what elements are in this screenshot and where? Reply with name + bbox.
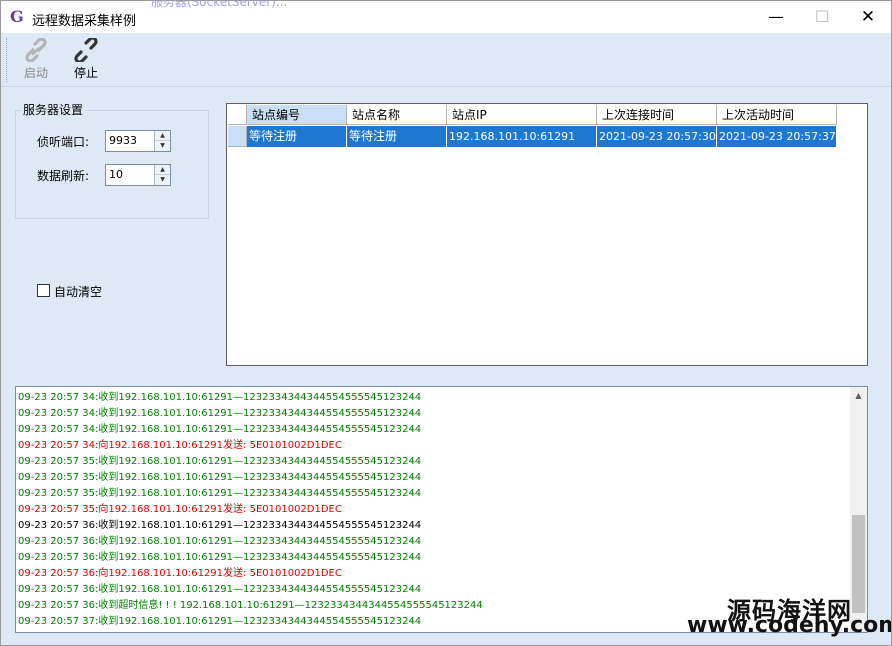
minimize-button[interactable]: — (753, 1, 799, 33)
row-header[interactable] (228, 126, 247, 147)
spin-down-icon[interactable]: ▼ (155, 175, 170, 185)
grid-header-last-connect[interactable]: 上次连接时间 (597, 105, 717, 125)
listen-port-value[interactable]: 9933 (109, 134, 137, 147)
toolbar: 启动 停止 (1, 34, 891, 87)
cell-station-name[interactable]: 等待注册 (347, 126, 447, 147)
close-button[interactable]: ✕ (845, 1, 891, 33)
title-bar[interactable]: 服务器(SocketServer)... G 远程数据采集样例 — ☐ ✕ (1, 1, 891, 33)
cell-station-id[interactable]: 等待注册 (247, 126, 347, 147)
app-window: 服务器(SocketServer)... G 远程数据采集样例 — ☐ ✕ 启动 (0, 0, 892, 646)
log-line: 09-23 20:57 36:收到192.168.101.10:61291—12… (18, 552, 422, 563)
grid-header-station-name[interactable]: 站点名称 (347, 105, 447, 125)
station-grid[interactable]: 站点编号 站点名称 站点IP 上次连接时间 上次活动时间 等待注册 等待注册 1… (226, 103, 868, 366)
scroll-thumb[interactable] (852, 515, 865, 613)
log-line: 09-23 20:57 35:收到192.168.101.10:61291—12… (18, 472, 422, 483)
auto-clear-checkbox[interactable] (37, 284, 50, 297)
log-lines: 09-23 20:57 34:收到192.168.101.10:61291—12… (18, 390, 848, 630)
stop-button[interactable]: 停止 (64, 36, 108, 84)
grid-header-station-ip[interactable]: 站点IP (447, 105, 597, 125)
log-line: 09-23 20:57 36:收到超时信息! ! ! 192.168.101.1… (18, 600, 483, 611)
link-icon (25, 38, 47, 62)
grid-header-station-id[interactable]: 站点编号 (247, 105, 347, 125)
log-line: 09-23 20:57 34:收到192.168.101.10:61291—12… (18, 392, 422, 403)
spin-up-icon[interactable]: ▲ (155, 165, 170, 175)
refresh-spin-buttons[interactable]: ▲ ▼ (154, 165, 170, 185)
spin-down-icon[interactable]: ▼ (155, 141, 170, 151)
unlink-icon (74, 38, 98, 62)
maximize-button: ☐ (814, 7, 830, 26)
listen-port-spin-buttons[interactable]: ▲ ▼ (154, 131, 170, 151)
refresh-stepper[interactable]: 10 ▲ ▼ (105, 164, 171, 186)
cell-last-active[interactable]: 2021-09-23 20:57:37 (717, 126, 837, 147)
log-line: 09-23 20:57 35:收到192.168.101.10:61291—12… (18, 456, 422, 467)
auto-clear-label[interactable]: 自动清空 (54, 283, 102, 300)
log-line: 09-23 20:57 35:向192.168.101.10:61291发送: … (18, 504, 342, 515)
log-line: 09-23 20:57 34:收到192.168.101.10:61291—12… (18, 424, 422, 435)
stop-button-label: 停止 (73, 66, 98, 80)
cell-station-ip[interactable]: 192.168.101.10:61291 (447, 126, 597, 147)
server-settings-title: 服务器设置 (21, 101, 86, 118)
scroll-up-icon[interactable]: ▲ (850, 387, 867, 404)
watermark-url: www.codehy.com (687, 613, 892, 638)
app-icon: G (10, 7, 24, 26)
background-window-text: 服务器(SocketServer)... (151, 0, 288, 9)
listen-port-label: 侦听端口: (37, 135, 90, 149)
window-title: 远程数据采集样例 (32, 14, 137, 29)
log-scrollbar[interactable]: ▲ (850, 387, 867, 632)
log-line: 09-23 20:57 36:向192.168.101.10:61291发送: … (18, 568, 342, 579)
listen-port-stepper[interactable]: 9933 ▲ ▼ (105, 130, 171, 152)
log-line: 09-23 20:57 35:收到192.168.101.10:61291—12… (18, 488, 422, 499)
cell-last-connect[interactable]: 2021-09-23 20:57:30 (597, 126, 717, 147)
spin-up-icon[interactable]: ▲ (155, 131, 170, 141)
refresh-label: 数据刷新: (37, 169, 90, 183)
toolbar-grip[interactable] (6, 38, 9, 82)
log-line: 09-23 20:57 36:收到192.168.101.10:61291—12… (18, 536, 422, 547)
log-line: 09-23 20:57 34:向192.168.101.10:61291发送: … (18, 440, 342, 451)
log-line: 09-23 20:57 34:收到192.168.101.10:61291—12… (18, 408, 422, 419)
log-line: 09-23 20:57 36:收到192.168.101.10:61291—12… (18, 520, 422, 531)
start-button[interactable]: 启动 (14, 36, 58, 84)
log-line: 09-23 20:57 36:收到192.168.101.10:61291—12… (18, 584, 422, 595)
refresh-value[interactable]: 10 (109, 168, 123, 181)
start-button-label: 启动 (23, 66, 48, 80)
grid-header-last-active[interactable]: 上次活动时间 (717, 105, 837, 125)
grid-corner (228, 105, 247, 125)
